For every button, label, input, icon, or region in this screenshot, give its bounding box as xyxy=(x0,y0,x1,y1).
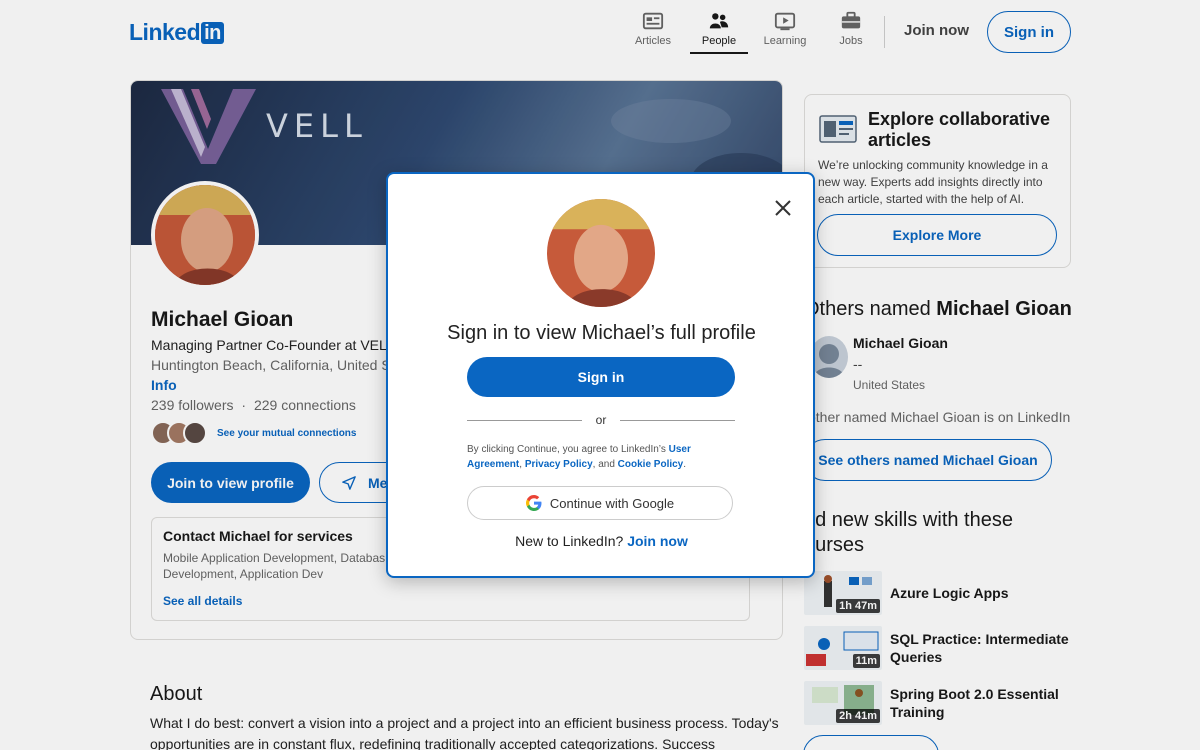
modal-join-now-link[interactable]: Join now xyxy=(627,533,688,549)
new-to-linkedin-text: New to LinkedIn? Join now xyxy=(388,533,815,549)
privacy-policy-link[interactable]: Privacy Policy xyxy=(525,459,593,470)
terms-prefix: By clicking Continue, you agree to Linke… xyxy=(467,444,669,455)
terms-period: . xyxy=(683,459,687,470)
modal-title: Sign in to view Michael’s full profile xyxy=(447,322,756,344)
terms-and: , and xyxy=(592,459,618,470)
modal-profile-avatar xyxy=(547,199,655,307)
divider-line xyxy=(620,419,736,421)
continue-with-google-button[interactable]: Continue with Google xyxy=(467,486,733,520)
sign-in-modal: Sign in to view Michael’s full profile S… xyxy=(386,172,815,578)
google-button-label: Continue with Google xyxy=(549,495,675,511)
new-prefix: New to LinkedIn? xyxy=(515,533,628,549)
modal-profile-photo xyxy=(547,199,655,307)
or-divider: or xyxy=(467,413,736,427)
divider-line xyxy=(467,419,582,421)
google-icon xyxy=(525,495,542,511)
or-text: or xyxy=(595,413,607,427)
close-icon[interactable] xyxy=(773,198,793,218)
terms-text: By clicking Continue, you agree to Linke… xyxy=(467,442,735,472)
cookie-policy-link[interactable]: Cookie Policy xyxy=(618,459,684,470)
modal-sign-in-button[interactable]: Sign in xyxy=(467,357,735,397)
